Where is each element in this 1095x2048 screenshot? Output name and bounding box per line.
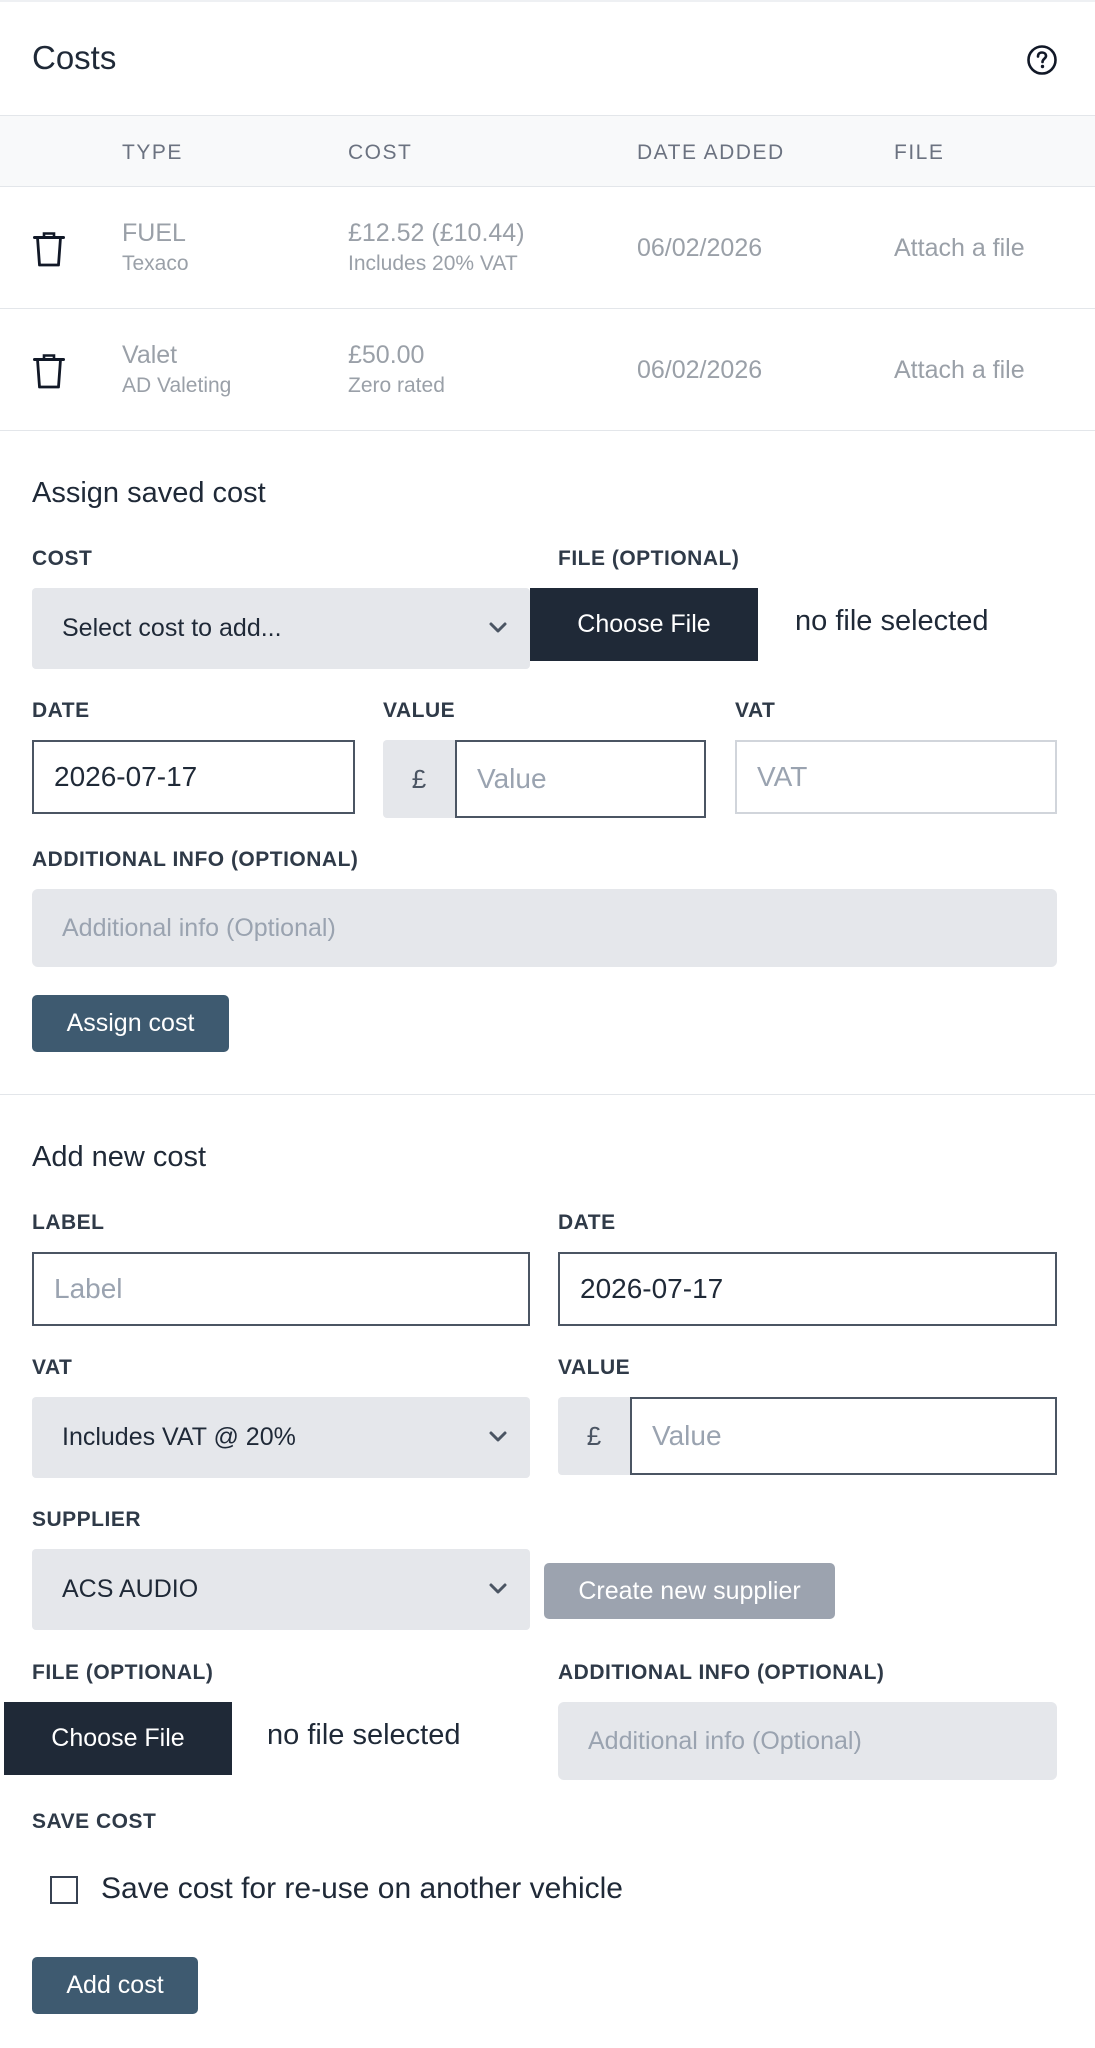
add-info-label: ADDITIONAL INFO (OPTIONAL): [558, 1661, 885, 1684]
currency-prefix: £: [558, 1397, 630, 1475]
assign-cost-select-value: Select cost to add...: [62, 614, 282, 642]
column-header-cost: COST: [348, 141, 413, 164]
currency-prefix: £: [383, 740, 455, 818]
add-choose-file-button[interactable]: Choose File: [4, 1702, 232, 1775]
add-vat-select-value: Includes VAT @ 20%: [62, 1423, 296, 1451]
cost-type: FUEL: [122, 219, 186, 247]
assign-choose-file-button[interactable]: Choose File: [530, 588, 758, 661]
section-divider: [0, 1094, 1095, 1095]
trash-icon[interactable]: [33, 231, 65, 268]
cost-date-added: 06/02/2026: [637, 356, 763, 384]
costs-table-header: TYPE COST DATE ADDED FILE: [0, 116, 1095, 187]
assign-value-label: VALUE: [383, 699, 456, 722]
assign-cost-button[interactable]: Assign cost: [32, 995, 229, 1052]
cost-vat-note: Zero rated: [348, 374, 445, 397]
column-header-file: FILE: [894, 141, 945, 164]
save-cost-label: SAVE COST: [32, 1810, 157, 1833]
add-no-file-text: no file selected: [267, 1719, 461, 1751]
cost-supplier: AD Valeting: [122, 374, 232, 397]
table-row: FUEL Texaco £12.52 (£10.44) Includes 20%…: [0, 187, 1095, 309]
trash-icon[interactable]: [33, 353, 65, 390]
assign-cost-label: COST: [32, 547, 93, 570]
assign-info-label: ADDITIONAL INFO (OPTIONAL): [32, 848, 359, 871]
add-value-input[interactable]: Value: [630, 1397, 1057, 1475]
attach-file-link[interactable]: Attach a file: [894, 356, 1025, 385]
add-section-title: Add new cost: [32, 1141, 207, 1173]
add-supplier-label: SUPPLIER: [32, 1508, 142, 1531]
column-header-type: TYPE: [122, 141, 183, 164]
add-label-input[interactable]: Label: [32, 1252, 530, 1326]
add-date-label: DATE: [558, 1211, 616, 1234]
attach-file-link[interactable]: Attach a file: [894, 234, 1025, 263]
assign-cost-select[interactable]: Select cost to add...: [32, 588, 530, 669]
cost-amount: £12.52 (£10.44): [348, 219, 525, 247]
cost-type: Valet: [122, 341, 178, 369]
add-info-input[interactable]: Additional info (Optional): [558, 1702, 1057, 1780]
chevron-down-icon: [489, 1583, 507, 1594]
help-icon[interactable]: [1026, 44, 1058, 76]
save-cost-checkbox-label[interactable]: Save cost for re-use on another vehicle: [101, 1872, 623, 1906]
cost-date-added: 06/02/2026: [637, 234, 763, 262]
assign-section-title: Assign saved cost: [32, 477, 266, 509]
add-vat-select[interactable]: Includes VAT @ 20%: [32, 1397, 530, 1478]
chevron-down-icon: [489, 622, 507, 633]
add-supplier-select[interactable]: ACS AUDIO: [32, 1549, 530, 1630]
add-vat-label: VAT: [32, 1356, 73, 1379]
cost-vat-note: Includes 20% VAT: [348, 252, 518, 275]
page-title: Costs: [32, 39, 117, 76]
chevron-down-icon: [489, 1431, 507, 1442]
assign-vat-label: VAT: [735, 699, 776, 722]
add-date-input[interactable]: 2026-07-17: [558, 1252, 1057, 1326]
cost-supplier: Texaco: [122, 252, 189, 275]
assign-no-file-text: no file selected: [795, 605, 989, 637]
add-file-label: FILE (OPTIONAL): [32, 1661, 214, 1684]
assign-date-input[interactable]: 2026-07-17: [32, 740, 355, 814]
add-cost-button[interactable]: Add cost: [32, 1957, 198, 2014]
save-cost-checkbox[interactable]: [50, 1876, 78, 1904]
add-label-label: LABEL: [32, 1211, 105, 1234]
assign-value-input[interactable]: Value: [455, 740, 706, 818]
assign-vat-input[interactable]: VAT: [735, 740, 1057, 814]
cost-amount: £50.00: [348, 341, 425, 369]
add-supplier-select-value: ACS AUDIO: [62, 1575, 199, 1603]
costs-header: Costs: [0, 2, 1095, 116]
assign-date-label: DATE: [32, 699, 90, 722]
column-header-date-added: DATE ADDED: [637, 141, 785, 164]
assign-file-label: FILE (OPTIONAL): [558, 547, 740, 570]
add-value-label: VALUE: [558, 1356, 631, 1379]
create-supplier-button[interactable]: Create new supplier: [544, 1563, 835, 1619]
assign-info-input[interactable]: Additional info (Optional): [32, 889, 1057, 967]
table-row: Valet AD Valeting £50.00 Zero rated 06/0…: [0, 309, 1095, 431]
